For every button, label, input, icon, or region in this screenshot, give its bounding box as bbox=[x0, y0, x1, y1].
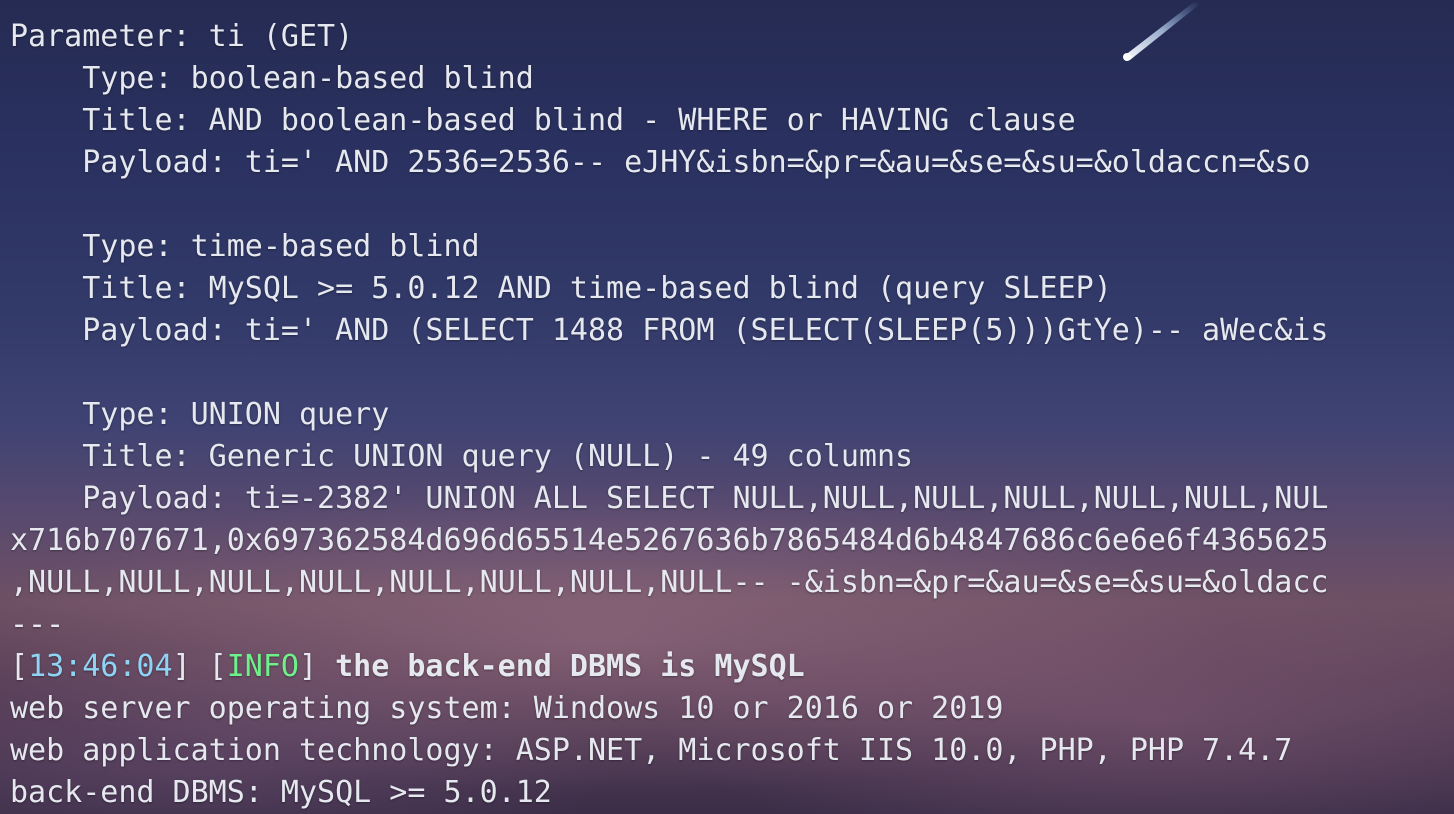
terminal-line: Payload: ti=' AND (SELECT 1488 FROM (SEL… bbox=[10, 313, 1329, 348]
terminal-line: Type: boolean-based blind bbox=[10, 61, 534, 96]
terminal-line: --- bbox=[10, 607, 65, 642]
terminal-line: Type: UNION query bbox=[10, 397, 390, 432]
log-bracket: ] bbox=[299, 649, 318, 684]
terminal-output[interactable]: Parameter: ti (GET) Type: boolean-based … bbox=[10, 16, 1454, 814]
summary-dbms: back-end DBMS: MySQL >= 5.0.12 bbox=[10, 775, 552, 810]
log-level-info: INFO bbox=[226, 649, 299, 684]
summary-os: web server operating system: Windows 10 … bbox=[10, 691, 1004, 726]
log-bracket: [ bbox=[10, 649, 29, 684]
terminal-line: Parameter: ti (GET) bbox=[10, 19, 354, 54]
summary-tech: web application technology: ASP.NET, Mic… bbox=[10, 733, 1293, 768]
terminal-line: Payload: ti=' AND 2536=2536-- eJHY&isbn=… bbox=[10, 145, 1311, 180]
log-bracket: ] bbox=[172, 649, 191, 684]
log-message: the back-end DBMS is MySQL bbox=[317, 649, 805, 684]
log-bracket: [ bbox=[190, 649, 227, 684]
terminal-line: Type: time-based blind bbox=[10, 229, 480, 264]
terminal-line: ,NULL,NULL,NULL,NULL,NULL,NULL,NULL,NULL… bbox=[10, 565, 1329, 600]
log-line-info: [13:46:04] [INFO] the back-end DBMS is M… bbox=[10, 646, 1454, 688]
terminal-line: Title: MySQL >= 5.0.12 AND time-based bl… bbox=[10, 271, 1112, 306]
terminal-line: Title: AND boolean-based blind - WHERE o… bbox=[10, 103, 1076, 138]
terminal-line: x716b707671,0x697362584d696d65514e526763… bbox=[10, 523, 1329, 558]
terminal-line: Payload: ti=-2382' UNION ALL SELECT NULL… bbox=[10, 481, 1329, 516]
terminal-line: Title: Generic UNION query (NULL) - 49 c… bbox=[10, 439, 914, 474]
log-timestamp: 13:46:04 bbox=[28, 649, 173, 684]
